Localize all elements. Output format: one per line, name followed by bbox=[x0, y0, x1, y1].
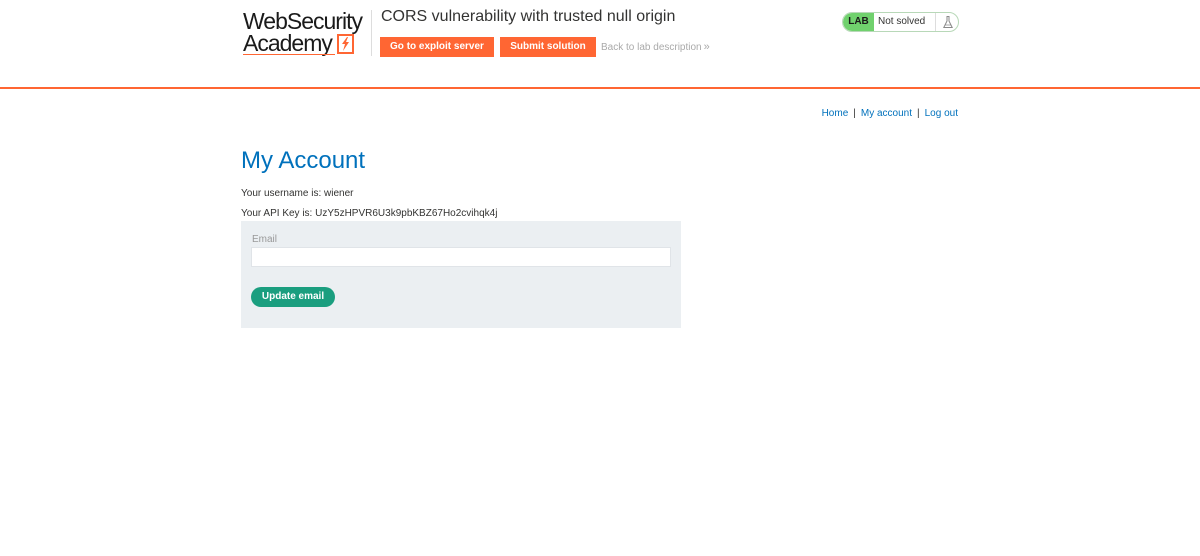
my-account-link[interactable]: My account bbox=[861, 108, 912, 119]
nav-separator: | bbox=[917, 108, 920, 119]
update-email-button[interactable]: Update email bbox=[251, 287, 335, 307]
lab-title: CORS vulnerability with trusted null ori… bbox=[381, 8, 676, 25]
lab-badge: LAB bbox=[843, 13, 874, 31]
home-link[interactable]: Home bbox=[822, 108, 849, 119]
update-email-form: Email Update email bbox=[241, 221, 681, 328]
email-label: Email bbox=[252, 234, 278, 245]
flask-icon bbox=[935, 13, 958, 31]
back-to-lab-link[interactable]: Back to lab description» bbox=[601, 40, 710, 55]
lab-status-widget: LAB Not solved bbox=[842, 12, 959, 32]
account-nav: Home | My account | Log out bbox=[822, 108, 958, 120]
header-divider bbox=[371, 10, 372, 56]
username-text: Your username is: wiener bbox=[241, 188, 354, 199]
nav-separator: | bbox=[853, 108, 856, 119]
submit-solution-button[interactable]: Submit solution bbox=[500, 37, 596, 57]
exploit-server-button[interactable]: Go to exploit server bbox=[380, 37, 494, 57]
lightning-bolt-icon bbox=[337, 34, 354, 54]
logout-link[interactable]: Log out bbox=[925, 108, 958, 119]
back-to-lab-label: Back to lab description bbox=[601, 42, 702, 53]
email-input[interactable] bbox=[251, 247, 671, 267]
api-key-text: Your API Key is: UzY5zHPVR6U3k9pbKBZ67Ho… bbox=[241, 208, 498, 219]
logo[interactable]: WebSecurity Academy bbox=[243, 9, 369, 57]
page-title: My Account bbox=[241, 147, 366, 174]
lab-status-text: Not solved bbox=[878, 16, 926, 27]
logo-text-line2: Academy bbox=[243, 30, 333, 56]
logo-underline bbox=[243, 54, 335, 55]
header: WebSecurity Academy CORS vulnerability w… bbox=[0, 0, 1200, 89]
chevron-right-icon: » bbox=[703, 41, 710, 53]
